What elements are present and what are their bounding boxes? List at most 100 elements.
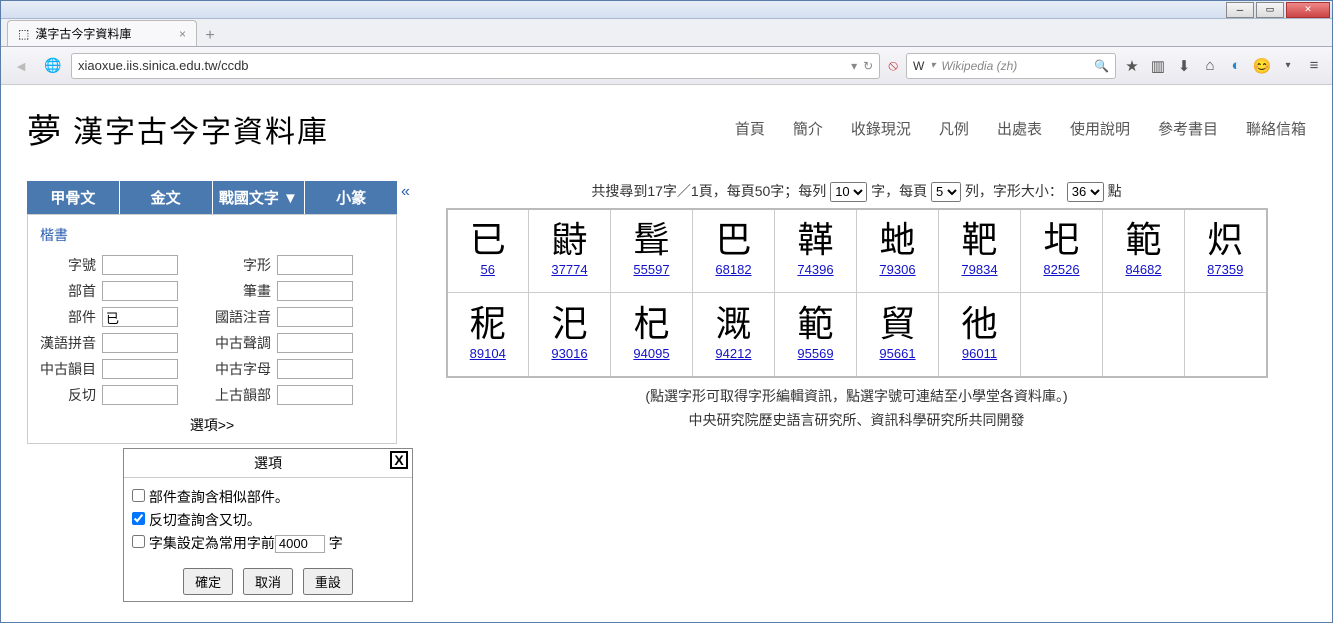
- nav-item[interactable]: 使用說明: [1070, 118, 1130, 139]
- glyph-cell[interactable]: 溉 94212: [693, 293, 775, 377]
- noscript-icon[interactable]: ⦸: [888, 57, 898, 74]
- fontsize-select[interactable]: 36: [1067, 182, 1104, 202]
- glyph-char[interactable]: 秜: [450, 306, 527, 342]
- glyph-id-link[interactable]: 79306: [879, 262, 915, 277]
- addon-dropdown-icon[interactable]: ▾: [1276, 54, 1300, 78]
- glyph-cell[interactable]: 鼭 37774: [529, 209, 611, 293]
- glyph-id-link[interactable]: 74396: [797, 262, 833, 277]
- glyph-cell[interactable]: 圯82526: [1021, 209, 1103, 293]
- glyph-id-link[interactable]: 37774: [551, 262, 587, 277]
- glyph-char[interactable]: 髶: [613, 222, 690, 258]
- glyph-cell[interactable]: 杞 94095: [611, 293, 693, 377]
- close-button[interactable]: ✕: [1286, 2, 1330, 18]
- ok-button[interactable]: 確定: [183, 568, 233, 595]
- nav-item[interactable]: 出處表: [997, 118, 1042, 139]
- options-link[interactable]: 選項>>: [40, 415, 384, 435]
- glyph-cell[interactable]: 汜93016: [529, 293, 611, 377]
- glyph-cell[interactable]: [1185, 293, 1267, 377]
- glyph-id-link[interactable]: 96011: [962, 346, 997, 361]
- menu-icon[interactable]: ≡: [1302, 54, 1326, 78]
- glyph-char[interactable]: 已: [450, 222, 527, 258]
- glyph-cell[interactable]: 靶79834: [939, 209, 1021, 293]
- glyph-char[interactable]: 杞: [613, 306, 690, 342]
- opt3-checkbox[interactable]: [132, 535, 145, 548]
- reset-button[interactable]: 重設: [303, 568, 353, 595]
- monkey-icon[interactable]: 😊: [1250, 54, 1274, 78]
- glyph-char[interactable]: 彵: [941, 306, 1018, 342]
- glyph-id-link[interactable]: 87359: [1207, 262, 1243, 277]
- glyph-cell[interactable]: 虵79306: [857, 209, 939, 293]
- input-guoyu[interactable]: [277, 307, 353, 327]
- per-row-select[interactable]: 10: [830, 182, 867, 202]
- glyph-id-link[interactable]: 95661: [879, 346, 915, 361]
- options-close-icon[interactable]: X: [390, 451, 408, 469]
- input-shanggu-yun[interactable]: [277, 385, 353, 405]
- collapse-icon[interactable]: «: [401, 183, 410, 201]
- glyph-cell[interactable]: 韚 74396: [775, 209, 857, 293]
- glyph-char[interactable]: 溉: [695, 306, 772, 342]
- glyph-char[interactable]: 炽: [1187, 222, 1264, 258]
- input-bushou[interactable]: [102, 281, 178, 301]
- script-tab[interactable]: 小篆: [305, 181, 397, 214]
- glyph-cell[interactable]: 炽 87359: [1185, 209, 1267, 293]
- cancel-button[interactable]: 取消: [243, 568, 293, 595]
- bookmark-icon[interactable]: ★: [1120, 54, 1144, 78]
- opt1-checkbox[interactable]: [132, 489, 145, 502]
- glyph-char[interactable]: 範: [1105, 222, 1182, 258]
- glyph-char[interactable]: 圯: [1023, 222, 1100, 258]
- script-tab[interactable]: 金文: [120, 181, 213, 214]
- input-bujian[interactable]: [102, 307, 178, 327]
- input-zihao[interactable]: [102, 255, 178, 275]
- tab-close-icon[interactable]: ×: [179, 27, 186, 41]
- reload-icon[interactable]: ↻: [863, 59, 873, 73]
- input-zhonggu-yun[interactable]: [102, 359, 178, 379]
- input-zhonggu-sheng[interactable]: [277, 333, 353, 353]
- home-icon[interactable]: ⌂: [1198, 54, 1222, 78]
- script-tab[interactable]: 戰國文字 ▼: [213, 181, 306, 214]
- glyph-id-link[interactable]: 89104: [470, 346, 506, 361]
- glyph-id-link[interactable]: 68182: [715, 262, 751, 277]
- glyph-cell[interactable]: 秜 89104: [447, 293, 529, 377]
- glyph-cell[interactable]: 範 84682: [1103, 209, 1185, 293]
- glyph-char[interactable]: 靶: [941, 222, 1018, 258]
- glyph-id-link[interactable]: 94095: [633, 346, 669, 361]
- rows-select[interactable]: 5: [931, 182, 961, 202]
- url-bar[interactable]: ▾ ↻: [71, 53, 880, 79]
- glyph-id-link[interactable]: 95569: [797, 346, 833, 361]
- glyph-id-link[interactable]: 94212: [715, 346, 751, 361]
- glyph-char[interactable]: 鼭: [531, 222, 608, 258]
- input-hanyu[interactable]: [102, 333, 178, 353]
- glyph-char[interactable]: 範: [777, 306, 854, 342]
- maximize-button[interactable]: ▭: [1256, 2, 1284, 18]
- glyph-cell[interactable]: 髶55597: [611, 209, 693, 293]
- glyph-cell[interactable]: [1103, 293, 1185, 377]
- glyph-cell[interactable]: 貿 95661: [857, 293, 939, 377]
- back-button[interactable]: ◄: [7, 52, 35, 80]
- glyph-id-link[interactable]: 84682: [1125, 262, 1161, 277]
- glyph-cell[interactable]: 彵 96011: [939, 293, 1021, 377]
- input-zixing[interactable]: [277, 255, 353, 275]
- script-tab[interactable]: 甲骨文: [27, 181, 120, 214]
- nav-item[interactable]: 首頁: [735, 118, 765, 139]
- input-fanqie[interactable]: [102, 385, 178, 405]
- nav-item[interactable]: 收錄現況: [851, 118, 911, 139]
- site-logo[interactable]: 夢 漢字古今字資料庫: [27, 104, 329, 153]
- glyph-char[interactable]: 韚: [777, 222, 854, 258]
- input-zhonggu-zimu[interactable]: [277, 359, 353, 379]
- glyph-char[interactable]: 巴: [695, 222, 772, 258]
- glyph-id-link[interactable]: 93016: [551, 346, 587, 361]
- dropdown-icon[interactable]: ▾: [851, 59, 857, 73]
- browser-tab[interactable]: ⬚ 漢字古今字資料庫 ×: [7, 20, 197, 46]
- download-icon[interactable]: ⬇: [1172, 54, 1196, 78]
- glyph-cell[interactable]: 範 95569: [775, 293, 857, 377]
- nav-item[interactable]: 凡例: [939, 118, 969, 139]
- new-tab-button[interactable]: +: [199, 26, 221, 46]
- url-input[interactable]: [78, 58, 845, 73]
- glyph-char[interactable]: 貿: [859, 306, 936, 342]
- opt3-value[interactable]: [275, 535, 325, 553]
- glyph-id-link[interactable]: 56: [481, 262, 495, 277]
- opt2-checkbox[interactable]: [132, 512, 145, 525]
- glyph-cell[interactable]: 巴 68182: [693, 209, 775, 293]
- search-bar[interactable]: W ▾ Wikipedia (zh) 🔍: [906, 53, 1116, 79]
- nav-item[interactable]: 聯絡信箱: [1246, 118, 1306, 139]
